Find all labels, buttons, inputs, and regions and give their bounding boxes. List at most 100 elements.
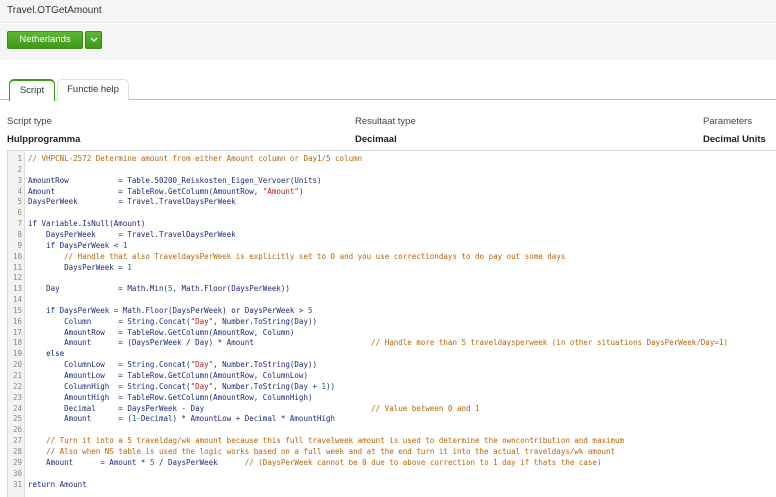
line-number: 4: [17, 186, 22, 196]
code-text: if Variable.IsNull(Amount): [28, 219, 146, 229]
code-line[interactable]: 26: [8, 424, 776, 435]
line-number: 31: [12, 479, 22, 489]
line-number: 26: [12, 425, 22, 435]
chevron-down-icon: [90, 37, 98, 42]
line-number: 24: [12, 403, 22, 413]
line-number: 16: [12, 316, 22, 326]
code-line[interactable]: 19 else: [8, 348, 776, 359]
code-text: // Handle that also TraveldaysPerWeek is…: [64, 251, 566, 261]
code-line[interactable]: 6: [8, 207, 776, 218]
code-line[interactable]: 7 if Variable.IsNull(Amount): [8, 218, 776, 229]
line-number: 17: [12, 327, 22, 337]
code-text: DaysPerWeek = Travel.TravelDaysPerWeek: [28, 197, 236, 207]
code-text: DaysPerWeek = 1: [28, 262, 132, 272]
code-line[interactable]: 22 ColumnHigh = String.Concat("Day", Num…: [8, 381, 776, 392]
code-line[interactable]: 23 AmountHigh = TableRow.GetColumn(Amoun…: [8, 392, 776, 403]
line-number: 25: [12, 414, 22, 424]
line-number: 1: [17, 154, 22, 163]
code-line[interactable]: 2: [8, 164, 776, 175]
code-text: Amount = (1-Decimal) * AmountLow + Decim…: [28, 414, 336, 424]
code-line[interactable]: 8 DaysPerWeek = Travel.TravelDaysPerWeek: [8, 229, 776, 240]
code-text: AmountHigh = TableRow.GetColumn(AmountRo…: [28, 392, 313, 402]
code-line[interactable]: 18 Amount = (DaysPerWeek / Day) * Amount…: [8, 337, 776, 348]
code-text: // Also when NS table is used the logic …: [46, 446, 616, 456]
line-number: 11: [12, 262, 22, 272]
script-type-value: Hulpprogramma: [7, 134, 81, 145]
line-number: 18: [12, 338, 22, 348]
line-number: 27: [12, 436, 22, 446]
code-text: Amount = (DaysPerWeek / Day) * Amount //…: [28, 338, 728, 348]
code-line[interactable]: 1 // VHPCNL-2572 Determine amount from ei…: [8, 153, 776, 164]
line-number: 15: [12, 305, 22, 315]
toolbar: Netherlands: [0, 24, 776, 60]
code-line[interactable]: 12: [8, 272, 776, 283]
code-line[interactable]: 16 Column = String.Concat("Day", Number.…: [8, 316, 776, 327]
parameters-label: Parameters: [703, 116, 753, 127]
line-number: 14: [12, 295, 22, 305]
code-line[interactable]: 20 ColumnLow = String.Concat("Day", Numb…: [8, 359, 776, 370]
code-text: if DaysPerWeek < 1: [46, 240, 128, 250]
line-number: 19: [12, 349, 22, 359]
code-text: Day = Math.Min(5, Math.Floor(DaysPerWeek…: [28, 284, 290, 294]
code-line[interactable]: 5 DaysPerWeek = Travel.TravelDaysPerWeek: [8, 196, 776, 207]
result-type-value: Decimaal: [355, 134, 397, 145]
line-number: 2: [17, 164, 22, 174]
code-line[interactable]: 27 // Turn it into a 5 traveldag/wk amou…: [8, 435, 776, 446]
line-number: 5: [17, 197, 22, 207]
code-text: Decimal = DaysPerWeek - Day // Value bet…: [28, 403, 480, 413]
line-number: 23: [12, 392, 22, 402]
code-text: ColumnHigh = String.Concat("Day", Number…: [28, 381, 336, 391]
title-bar: Travel.OTGetAmount: [0, 0, 776, 23]
line-number: 28: [12, 446, 22, 456]
code-editor[interactable]: 1 // VHPCNL-2572 Determine amount from ei…: [7, 150, 776, 497]
code-text: AmountRow = Table.50200_Reiskosten_Eigen…: [28, 175, 322, 185]
code-line[interactable]: 13 Day = Math.Min(5, Math.Floor(DaysPerW…: [8, 283, 776, 294]
code-line[interactable]: 29 Amount = Amount * 5 / DaysPerWeek // …: [8, 457, 776, 468]
code-text: AmountLow = TableRow.GetColumn(AmountRow…: [28, 371, 308, 380]
line-number: 8: [17, 229, 22, 239]
tab-functie-help[interactable]: Functie help: [57, 79, 129, 100]
tab-bar: Script Functie help: [0, 79, 776, 101]
code-line[interactable]: 9 if DaysPerWeek < 1: [8, 240, 776, 251]
code-text: // Turn it into a 5 traveldag/wk amount …: [46, 436, 625, 446]
code-line[interactable]: 14: [8, 294, 776, 305]
code-line[interactable]: 21 AmountLow = TableRow.GetColumn(Amount…: [8, 370, 776, 381]
code-line[interactable]: 15 if DaysPerWeek = Math.Floor(DaysPerWe…: [8, 305, 776, 316]
line-number: 6: [17, 208, 22, 218]
code-text: Amount = Amount * 5 / DaysPerWeek // (Da…: [28, 457, 602, 467]
line-number: 21: [12, 371, 22, 380]
code-text: Column = String.Concat("Day", Number.ToS…: [28, 316, 317, 326]
code-line[interactable]: 10 // Handle that also TraveldaysPerWeek…: [8, 251, 776, 262]
line-number: 12: [12, 273, 22, 283]
code-text: return Amount: [28, 479, 87, 489]
code-line[interactable]: 30: [8, 468, 776, 479]
tab-script[interactable]: Script: [9, 79, 55, 101]
code-text: AmountRow = TableRow.GetColumn(AmountRow…: [28, 327, 295, 337]
line-number: 30: [12, 468, 22, 478]
code-line[interactable]: 28 // Also when NS table is used the log…: [8, 446, 776, 457]
code-text: else: [46, 349, 65, 359]
line-number: 20: [12, 360, 22, 370]
code-line[interactable]: 24 Decimal = DaysPerWeek - Day // Value …: [8, 403, 776, 414]
line-number: 13: [12, 284, 22, 294]
code-line[interactable]: 25 Amount = (1-Decimal) * AmountLow + De…: [8, 413, 776, 424]
code-line[interactable]: 11 DaysPerWeek = 1: [8, 262, 776, 273]
line-number: 22: [12, 381, 22, 391]
code-line[interactable]: 17 AmountRow = TableRow.GetColumn(Amount…: [8, 327, 776, 338]
code-text: DaysPerWeek = Travel.TravelDaysPerWeek: [28, 229, 236, 239]
code-text: ColumnLow = String.Concat("Day", Number.…: [28, 360, 317, 370]
line-number: 29: [12, 457, 22, 467]
line-number: 10: [12, 251, 22, 261]
code-line[interactable]: 31 return Amount: [8, 479, 776, 490]
line-number: 3: [17, 175, 22, 185]
line-number: 7: [17, 219, 22, 229]
country-dropdown-toggle[interactable]: [85, 31, 102, 49]
code-text: // VHPCNL-2572 Determine amount from eit…: [28, 154, 363, 163]
line-number: 9: [17, 240, 22, 250]
script-type-label: Script type: [7, 116, 52, 127]
country-select-button[interactable]: Netherlands: [7, 31, 83, 49]
code-line[interactable]: 3 AmountRow = Table.50200_Reiskosten_Eige…: [8, 175, 776, 186]
window-title: Travel.OTGetAmount: [7, 5, 102, 16]
result-type-label: Resultaat type: [355, 116, 416, 127]
code-line[interactable]: 4 Amount = TableRow.GetColumn(AmountRow, …: [8, 186, 776, 197]
